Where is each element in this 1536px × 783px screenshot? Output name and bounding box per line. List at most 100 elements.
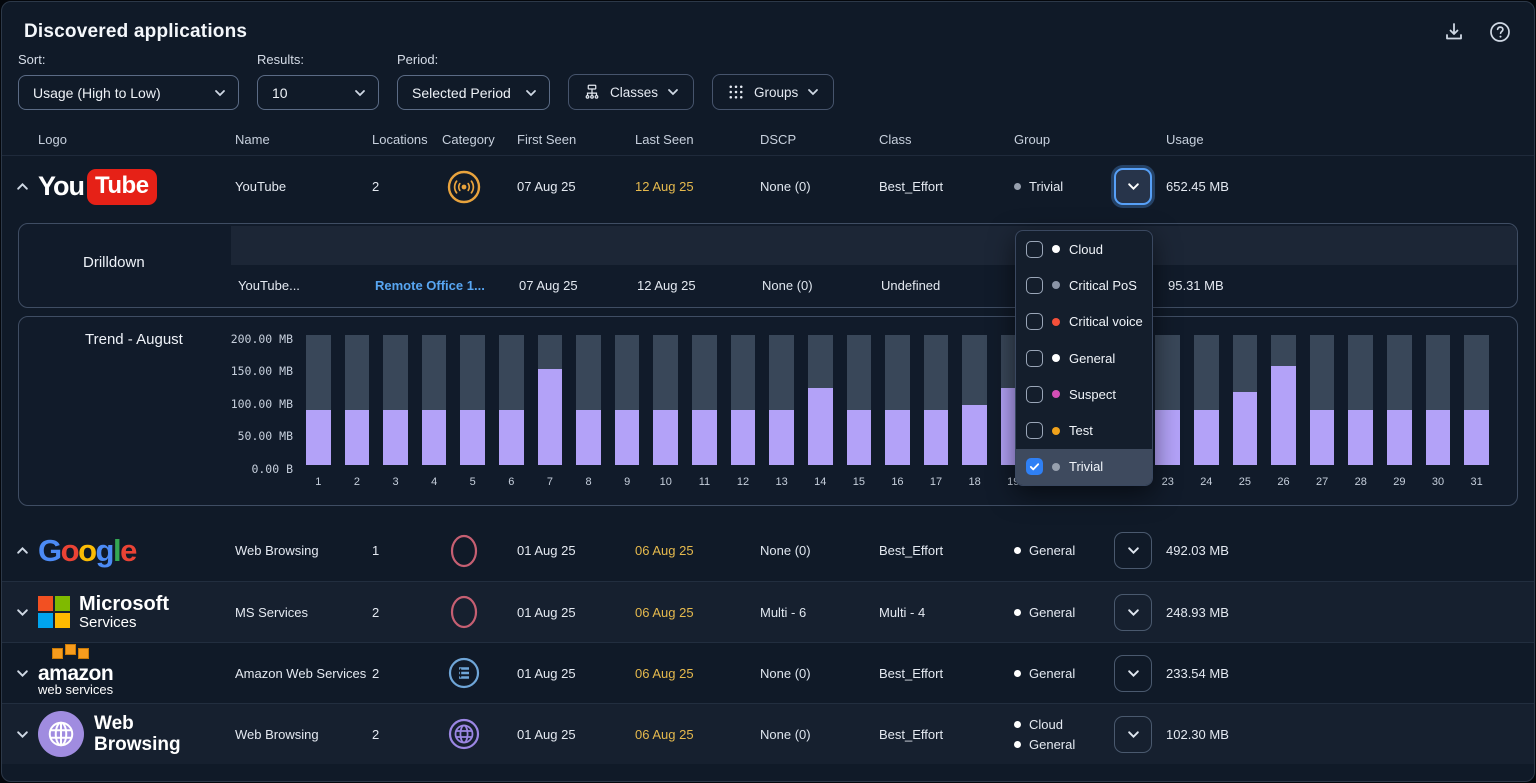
checkbox-icon[interactable] bbox=[1026, 386, 1043, 403]
last-seen: 12 Aug 25 bbox=[635, 179, 760, 194]
first-seen: 01 Aug 25 bbox=[517, 666, 635, 681]
group-option-critical-voice[interactable]: Critical voice bbox=[1016, 304, 1152, 340]
trend-bar: 29 bbox=[1387, 335, 1412, 488]
trend-bar: 8 bbox=[576, 335, 601, 488]
group-dropdown-button[interactable] bbox=[1114, 655, 1152, 692]
drilldown-row[interactable]: YouTube... Remote Office 1... 07 Aug 25 … bbox=[19, 265, 1517, 306]
expand-chevron-down-icon[interactable] bbox=[16, 728, 38, 741]
locations-count: 2 bbox=[372, 179, 442, 194]
x-tick-label: 3 bbox=[383, 476, 408, 488]
checkbox-icon[interactable] bbox=[1026, 350, 1043, 367]
grid-dots-icon bbox=[727, 83, 745, 101]
google-logo: Google bbox=[38, 533, 235, 569]
group-value: General bbox=[1014, 543, 1114, 558]
table-row-microsoft[interactable]: Microsoft Services MS Services 2 01 Aug … bbox=[2, 581, 1534, 642]
table-row-youtube[interactable]: You Tube YouTube 2 07 Aug 25 12 Aug 25 N… bbox=[2, 156, 1534, 217]
checkbox-icon[interactable] bbox=[1026, 422, 1043, 439]
table-row-web-browsing[interactable]: WebBrowsing Web Browsing 2 01 Aug 25 06 … bbox=[2, 703, 1534, 764]
group-option-trivial[interactable]: Trivial bbox=[1016, 449, 1152, 485]
group-dropdown-button[interactable] bbox=[1114, 168, 1152, 205]
class-value: Best_Effort bbox=[879, 179, 1014, 194]
group-value: Trivial bbox=[1014, 179, 1114, 194]
drilldown-name: YouTube... bbox=[238, 237, 375, 252]
results-select[interactable]: 10 bbox=[257, 75, 379, 110]
groups-button[interactable]: Groups bbox=[712, 74, 834, 110]
x-tick-label: 9 bbox=[615, 476, 640, 488]
group-option-critical-pos[interactable]: Critical PoS bbox=[1016, 267, 1152, 303]
x-tick-label: 26 bbox=[1271, 476, 1296, 488]
period-select[interactable]: Selected Period bbox=[397, 75, 550, 110]
trend-bar: 3 bbox=[383, 335, 408, 488]
group-option-suspect[interactable]: Suspect bbox=[1016, 376, 1152, 412]
sort-value: Usage (High to Low) bbox=[33, 85, 161, 101]
trend-bar: 6 bbox=[499, 335, 524, 488]
group-dropdown-button[interactable] bbox=[1114, 716, 1152, 753]
trend-bar: 24 bbox=[1194, 335, 1219, 488]
group-dropdown-button[interactable] bbox=[1114, 594, 1152, 631]
checkbox-icon[interactable] bbox=[1026, 313, 1043, 330]
checkbox-icon[interactable] bbox=[1026, 241, 1043, 258]
trend-bar: 4 bbox=[422, 335, 447, 488]
x-tick-label: 6 bbox=[499, 476, 524, 488]
trend-bar-chart: 200.00 MB150.00 MB100.00 MB50.00 MB0.00 … bbox=[169, 335, 1489, 488]
drilldown-location-link[interactable]: Remote Office 1 bbox=[375, 237, 519, 252]
first-seen: 01 Aug 25 bbox=[517, 543, 635, 558]
locations-count: 2 bbox=[372, 605, 442, 620]
download-icon[interactable] bbox=[1442, 20, 1466, 44]
expand-chevron-down-icon[interactable] bbox=[16, 606, 38, 619]
trend-bar: 30 bbox=[1426, 335, 1451, 488]
microsoft-squares-icon bbox=[38, 596, 70, 628]
streaming-icon bbox=[446, 169, 482, 205]
drilldown-row[interactable]: YouTube... Remote Office 1 07 Aug 25 12 … bbox=[19, 224, 1517, 265]
collapse-chevron-up-icon[interactable] bbox=[16, 180, 38, 193]
results-label: Results: bbox=[257, 52, 379, 67]
group-color-dot bbox=[1052, 318, 1060, 326]
app-name: Web Browsing bbox=[235, 727, 372, 742]
help-icon[interactable] bbox=[1488, 20, 1512, 44]
group-option-test[interactable]: Test bbox=[1016, 412, 1152, 448]
trend-bar: 7 bbox=[538, 335, 563, 488]
trend-bar: 18 bbox=[962, 335, 987, 488]
expand-chevron-down-icon[interactable] bbox=[16, 667, 38, 680]
globe-icon bbox=[446, 716, 482, 752]
dscp-value: Multi - 6 bbox=[760, 605, 879, 620]
x-tick-label: 5 bbox=[460, 476, 485, 488]
usage-value: 95.31 MB bbox=[1168, 278, 1289, 293]
y-tick-label: 100.00 MB bbox=[231, 397, 293, 411]
drilldown-location-link[interactable]: Remote Office 1... bbox=[375, 278, 519, 293]
amazon-boxes-icon bbox=[52, 648, 89, 659]
classes-button[interactable]: Classes bbox=[568, 74, 694, 110]
checkbox-checked-icon[interactable] bbox=[1026, 458, 1043, 475]
group-option-general[interactable]: General bbox=[1016, 340, 1152, 376]
period-filter: Period: Selected Period bbox=[397, 52, 550, 110]
discovered-applications-panel: Discovered applications Sort: Usage (Hig… bbox=[1, 1, 1535, 782]
x-tick-label: 13 bbox=[769, 476, 794, 488]
x-tick-label: 15 bbox=[847, 476, 872, 488]
sort-select[interactable]: Usage (High to Low) bbox=[18, 75, 239, 110]
group-option-label: Critical voice bbox=[1069, 314, 1143, 329]
class-value: Multi - 4 bbox=[879, 605, 1014, 620]
first-seen: 07 Aug 25 bbox=[519, 278, 637, 293]
circle-icon bbox=[446, 533, 482, 569]
collapse-chevron-up-icon[interactable] bbox=[16, 544, 38, 557]
locations-count: 2 bbox=[372, 727, 442, 742]
group-color-dot bbox=[1052, 245, 1060, 253]
x-tick-label: 11 bbox=[692, 476, 717, 488]
group-color-dot bbox=[1052, 427, 1060, 435]
checkbox-icon[interactable] bbox=[1026, 277, 1043, 294]
group-option-cloud[interactable]: Cloud bbox=[1016, 231, 1152, 267]
table-row-google[interactable]: Google Web Browsing 1 01 Aug 25 06 Aug 2… bbox=[2, 520, 1534, 581]
results-filter: Results: 10 bbox=[257, 52, 379, 110]
amazon-web-services-logo: amazon web services bbox=[38, 650, 235, 697]
dscp-value: None (0) bbox=[760, 543, 879, 558]
col-usage: Usage bbox=[1166, 132, 1514, 147]
group-dropdown-button[interactable] bbox=[1114, 532, 1152, 569]
usage-value: 102.30 MB bbox=[1166, 727, 1287, 742]
trend-bar: 23 bbox=[1155, 335, 1180, 488]
period-label: Period: bbox=[397, 52, 550, 67]
app-name: Web Browsing bbox=[235, 543, 372, 558]
header: Discovered applications bbox=[2, 2, 1534, 50]
dscp-value: None (0) bbox=[762, 278, 881, 293]
table-row-amazon[interactable]: amazon web services Amazon Web Services … bbox=[2, 642, 1534, 703]
trend-bar: 1 bbox=[306, 335, 331, 488]
